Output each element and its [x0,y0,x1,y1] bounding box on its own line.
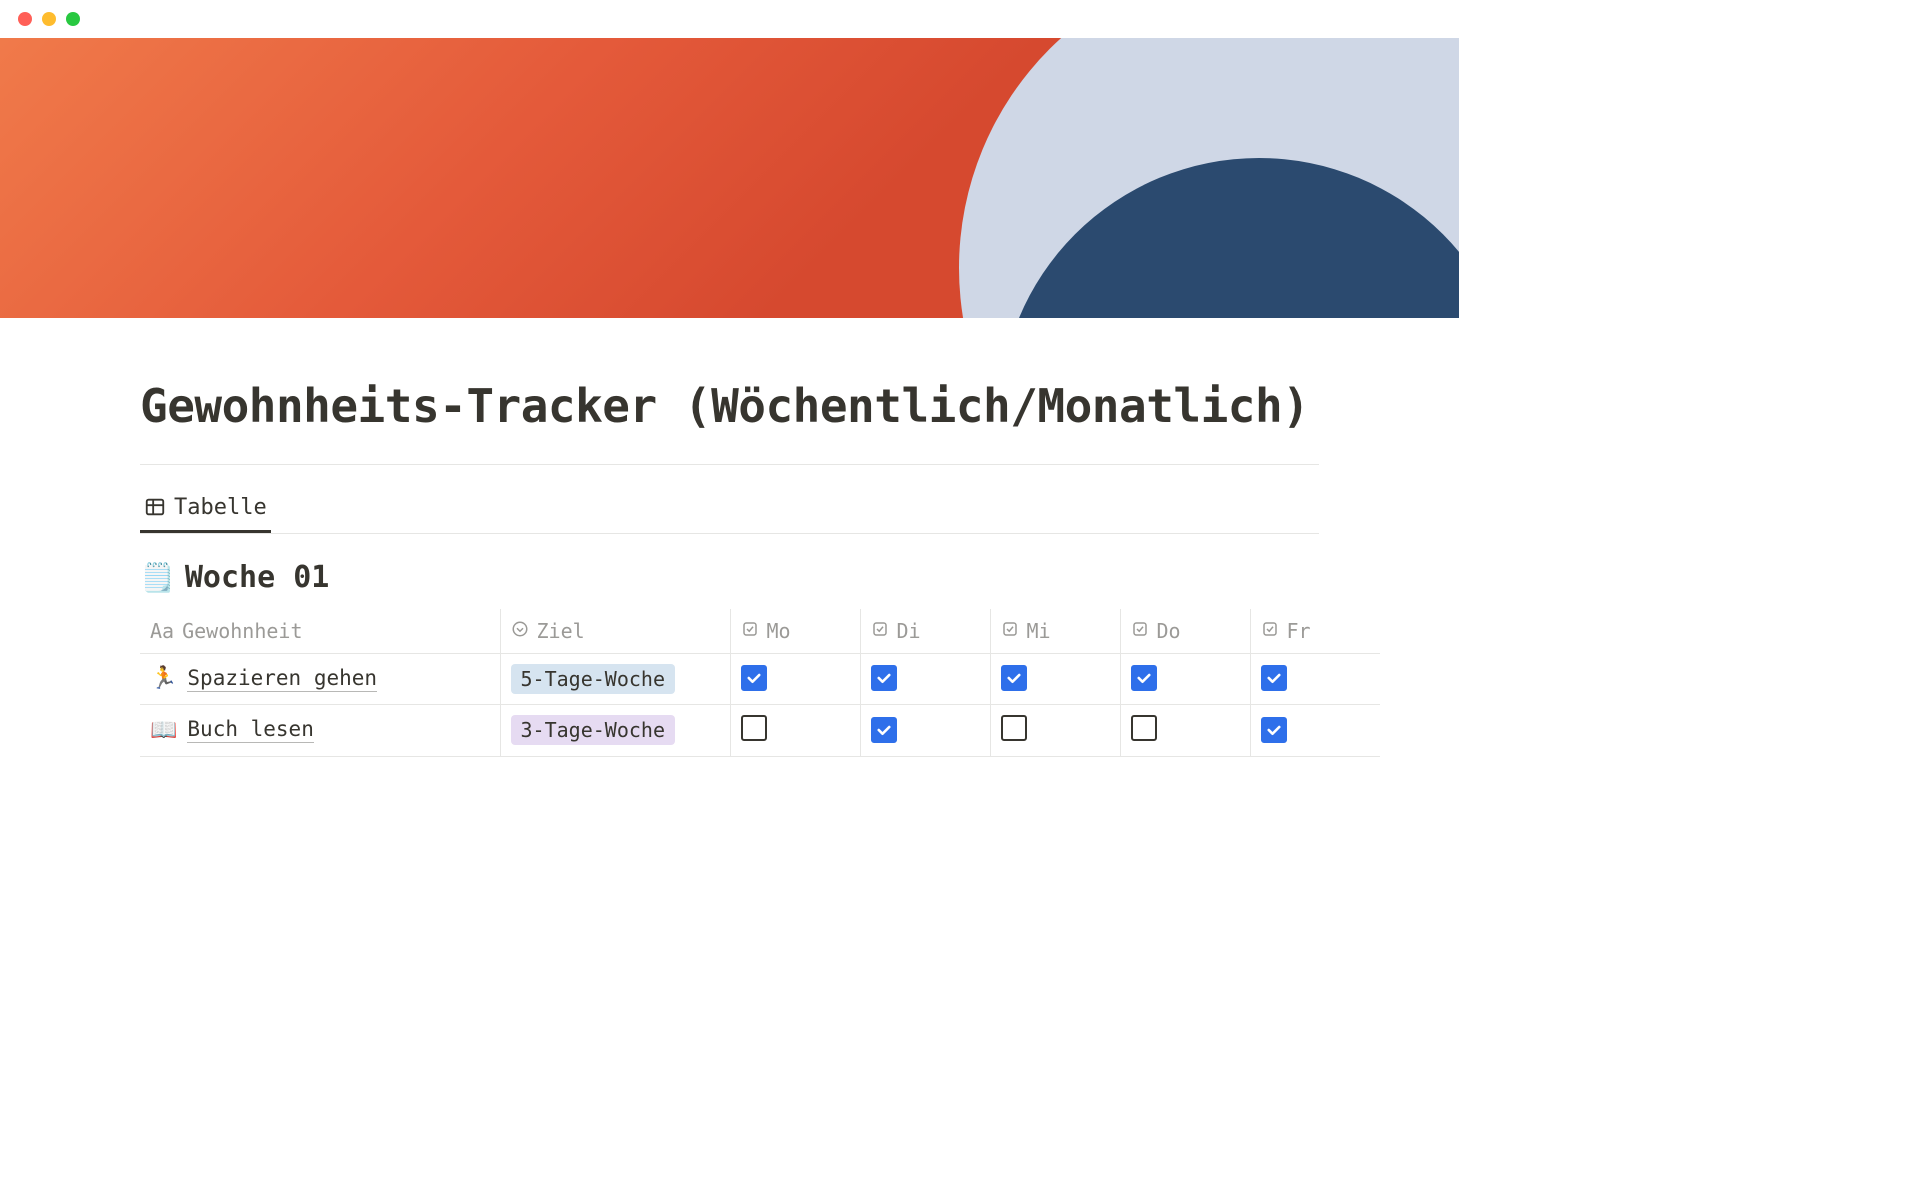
cell-day [860,653,990,704]
table-row: 🏃 Spazieren gehen 5-Tage-Woche [140,653,1380,704]
column-label: Do [1157,619,1181,643]
minimize-icon[interactable] [42,12,56,26]
column-label: Mo [767,619,791,643]
cell-day [730,653,860,704]
cell-day [1120,653,1250,704]
cell-habit-name[interactable]: 📖 Buch lesen [140,704,500,756]
column-header-tue[interactable]: Di [860,609,990,654]
column-header-name[interactable]: Aa Gewohnheit [140,609,500,654]
column-header-thu[interactable]: Do [1120,609,1250,654]
day-checkbox[interactable] [1261,665,1287,691]
app-window: Gewohnheits-Tracker (Wöchentlich/Monatli… [0,0,1459,797]
day-checkbox[interactable] [1001,715,1027,741]
habit-emoji-icon: 🏃 [150,666,177,691]
cell-goal[interactable]: 3-Tage-Woche [500,704,730,756]
divider [140,464,1319,465]
cell-day [1250,653,1380,704]
habit-emoji-icon: 📖 [150,718,177,743]
table-icon [144,496,166,518]
day-checkbox[interactable] [1131,715,1157,741]
checkbox-icon [1261,619,1279,643]
habit-name-text: Spazieren gehen [187,666,377,692]
section-heading: 🗒️ Woche 01 [140,560,1319,595]
maximize-icon[interactable] [66,12,80,26]
checkbox-icon [1131,619,1149,643]
goal-tag: 5-Tage-Woche [511,664,676,694]
column-header-goal[interactable]: Ziel [500,609,730,654]
close-icon[interactable] [18,12,32,26]
column-label: Ziel [537,619,585,643]
cell-day [1120,704,1250,756]
column-label: Fr [1287,619,1311,643]
page-content: Gewohnheits-Tracker (Wöchentlich/Monatli… [0,318,1459,797]
day-checkbox[interactable] [1001,665,1027,691]
checkbox-icon [871,619,889,643]
select-icon [511,619,529,643]
day-checkbox[interactable] [1261,717,1287,743]
cell-day [730,704,860,756]
column-label: Gewohnheit [182,619,302,643]
notepad-icon: 🗒️ [140,561,175,594]
cell-habit-name[interactable]: 🏃 Spazieren gehen [140,653,500,704]
day-checkbox[interactable] [871,665,897,691]
column-header-mon[interactable]: Mo [730,609,860,654]
habit-name-text: Buch lesen [187,717,313,743]
checkbox-icon [741,619,759,643]
cell-day [990,653,1120,704]
tab-label: Tabelle [174,495,267,520]
page-cover-image [0,38,1459,318]
section-title: Woche 01 [185,560,330,595]
cell-goal[interactable]: 5-Tage-Woche [500,653,730,704]
day-checkbox[interactable] [871,717,897,743]
column-label: Mi [1027,619,1051,643]
column-header-wed[interactable]: Mi [990,609,1120,654]
cell-day [990,704,1120,756]
window-titlebar [0,0,1459,38]
column-header-fri[interactable]: Fr [1250,609,1380,654]
column-label: Di [897,619,921,643]
habit-table: Aa Gewohnheit Ziel [140,609,1380,757]
cell-day [1250,704,1380,756]
page-title: Gewohnheits-Tracker (Wöchentlich/Monatli… [140,378,1319,436]
day-checkbox[interactable] [1131,665,1157,691]
tab-table[interactable]: Tabelle [140,487,271,533]
checkbox-icon [1001,619,1019,643]
cell-day [860,704,990,756]
goal-tag: 3-Tage-Woche [511,715,676,745]
table-row: 📖 Buch lesen 3-Tage-Woche [140,704,1380,756]
view-tabs: Tabelle [140,487,1319,534]
day-checkbox[interactable] [741,715,767,741]
text-type-icon: Aa [150,619,174,643]
day-checkbox[interactable] [741,665,767,691]
